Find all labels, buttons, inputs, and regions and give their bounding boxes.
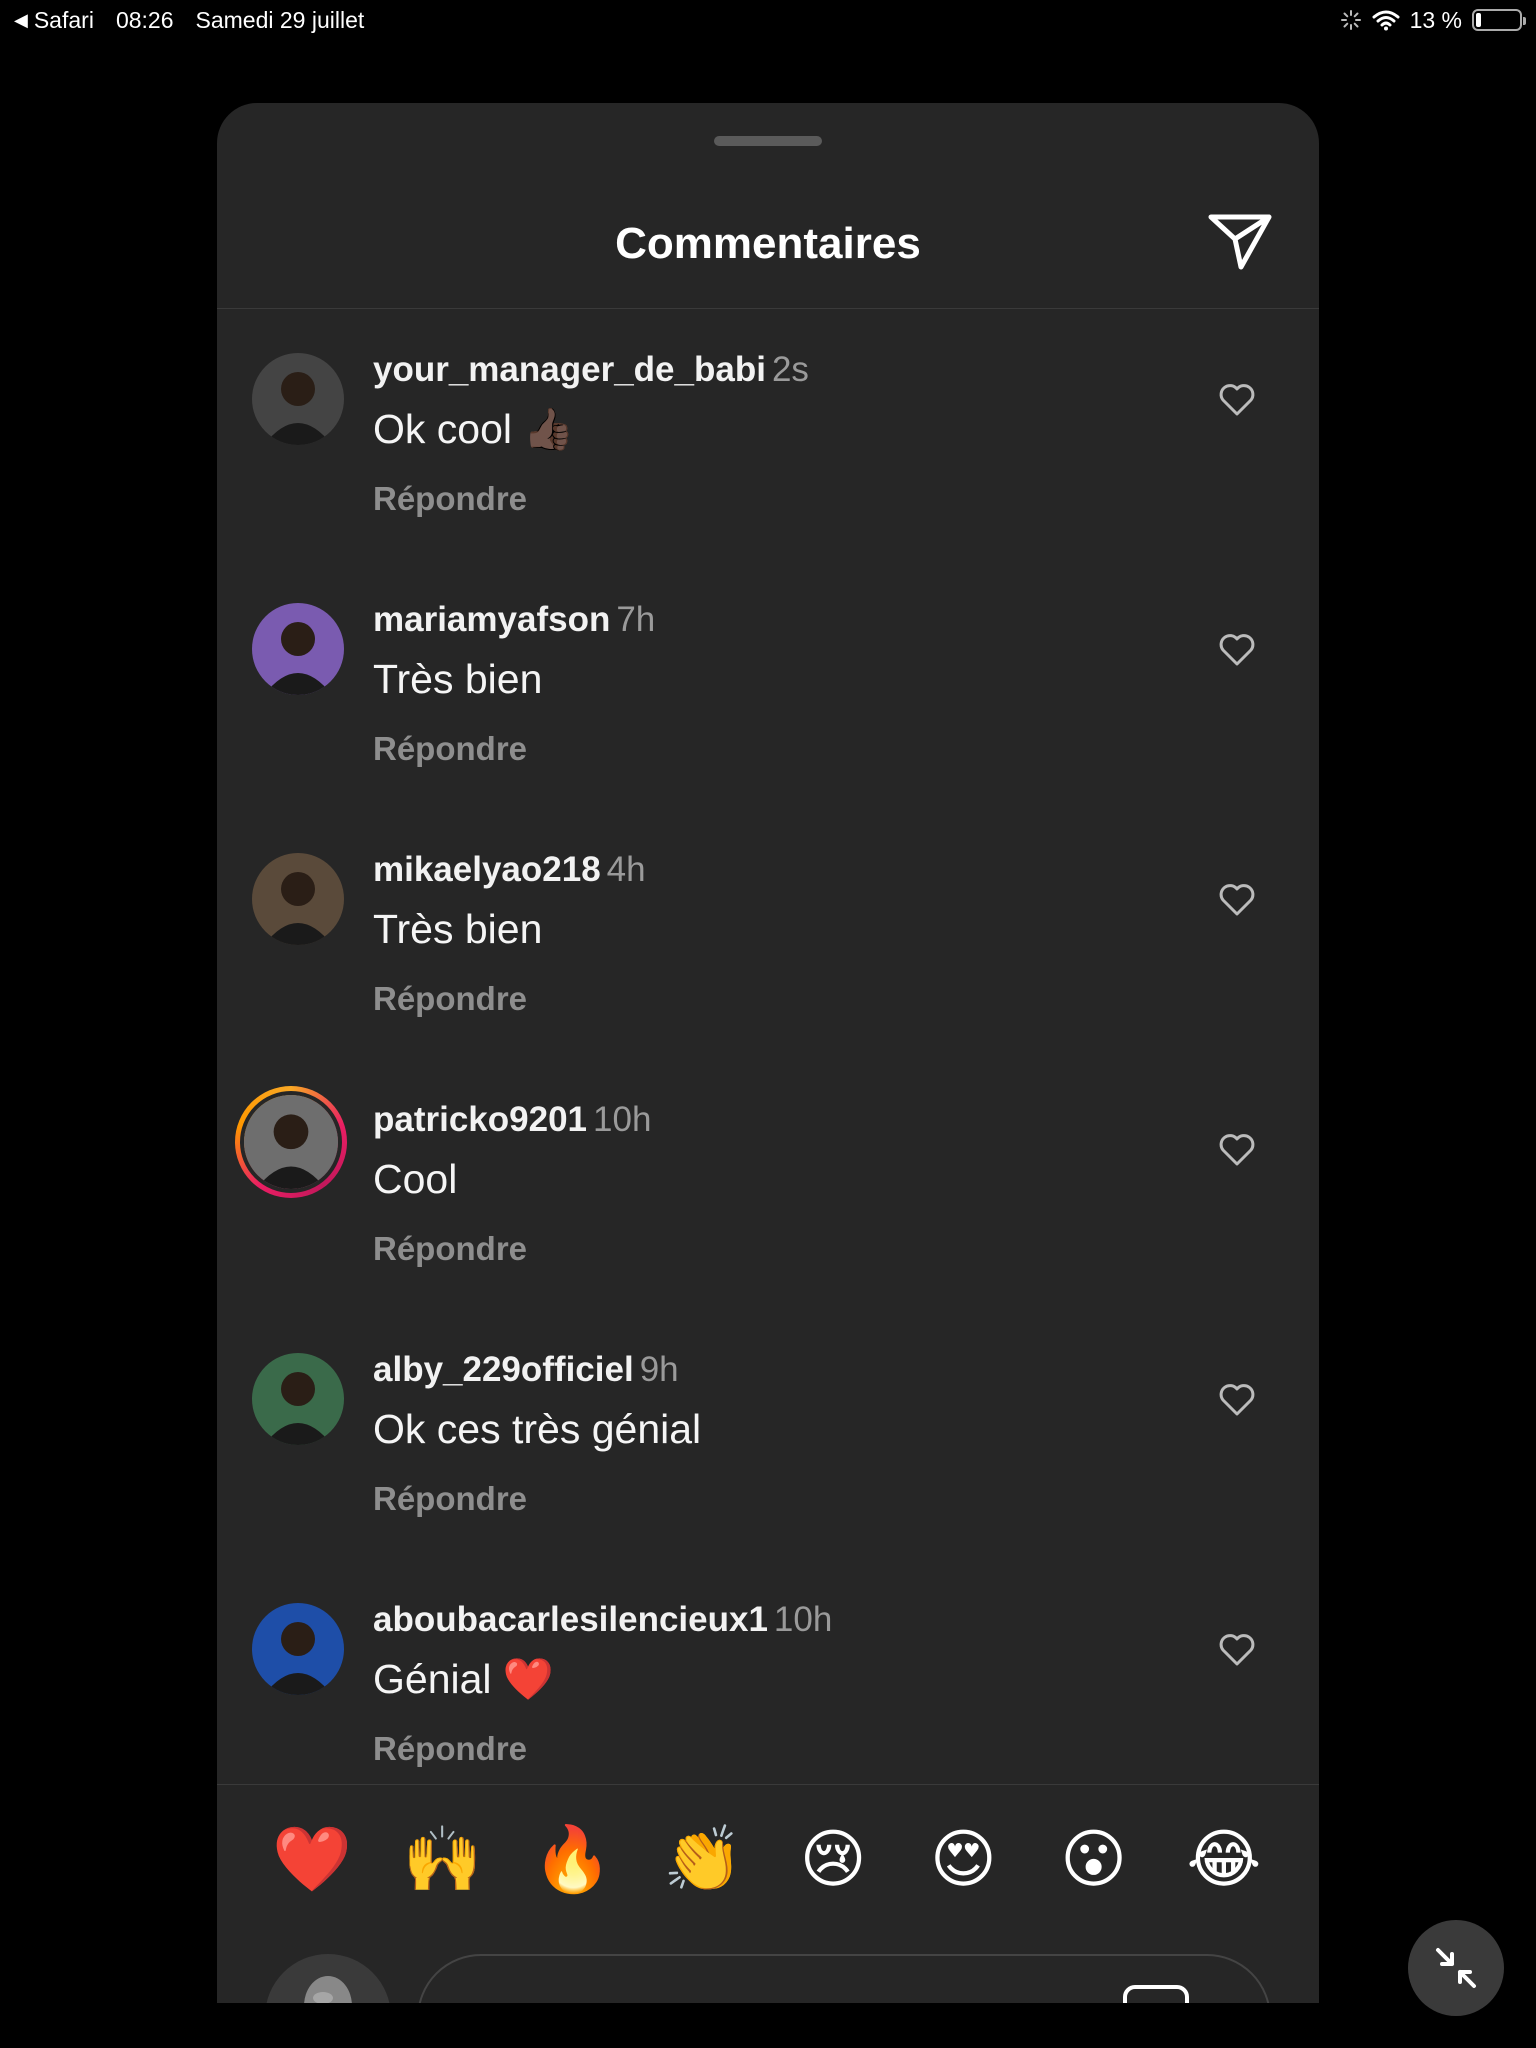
collapse-button[interactable] — [1408, 1920, 1504, 2016]
comment-text: Ok cool 👍🏿 — [373, 406, 575, 452]
comment-text: Génial ❤️ — [373, 1656, 554, 1702]
battery-icon — [1472, 9, 1526, 31]
avatar-image — [240, 1091, 342, 1193]
comment-age: 2s — [771, 350, 809, 389]
collapse-arrows-icon — [1436, 1948, 1476, 1988]
comment-username[interactable]: patricko9201 — [373, 1100, 587, 1139]
comment-username[interactable]: alby_229officiel — [373, 1350, 634, 1389]
comment-meta: your_manager_de_babi 2s — [373, 350, 809, 390]
comment-text: Très bien — [373, 656, 543, 702]
activity-spinner-icon — [1340, 10, 1361, 30]
comment-meta: aboubacarlesilencieux1 10h — [373, 1600, 832, 1640]
back-app-label[interactable]: Safari — [34, 7, 94, 34]
battery-fill — [1476, 13, 1482, 27]
comment-username[interactable]: aboubacarlesilencieux1 — [373, 1600, 768, 1639]
comment-username[interactable]: mikaelyao218 — [373, 850, 601, 889]
comment-row: mikaelyao218 4h Très bien Répondre — [217, 810, 1319, 1060]
comment-composer: GIF — [217, 1851, 1319, 2003]
reply-button[interactable]: Répondre — [373, 730, 527, 768]
comment-text: Très bien — [373, 906, 543, 952]
comment-age: 10h — [593, 1100, 652, 1139]
heart-icon[interactable] — [1217, 630, 1257, 670]
sheet-header: Commentaires — [217, 103, 1319, 309]
reply-button[interactable]: Répondre — [373, 1480, 527, 1518]
comments-sheet: Commentaires your_manager_de_babi 2s Ok co… — [217, 103, 1319, 2003]
status-bar-right: 13 % — [1340, 6, 1526, 34]
comment-username[interactable]: your_manager_de_babi — [373, 350, 766, 389]
comment-age: 9h — [639, 1350, 679, 1389]
heart-icon[interactable] — [1217, 880, 1257, 920]
heart-icon[interactable] — [1217, 1130, 1257, 1170]
comment-age: 7h — [616, 600, 656, 639]
avatar[interactable] — [252, 603, 344, 695]
comment-row: alby_229officiel 9h Ok ces très génial Répo… — [217, 1310, 1319, 1560]
comment-text: Cool — [373, 1156, 458, 1202]
reply-button[interactable]: Répondre — [373, 980, 527, 1018]
comment-text: Ok ces très génial — [373, 1406, 702, 1452]
heart-icon[interactable] — [1217, 380, 1257, 420]
comment-row: aboubacarlesilencieux1 10h Génial ❤️ Répond… — [217, 1560, 1319, 1784]
comment-age: 4h — [606, 850, 646, 889]
story-avatar[interactable] — [235, 1086, 347, 1198]
sheet-title: Commentaires — [615, 219, 921, 268]
reply-button[interactable]: Répondre — [373, 1230, 527, 1268]
comment-meta: mariamyafson 7h — [373, 600, 655, 640]
reply-button[interactable]: Répondre — [373, 480, 527, 518]
heart-icon[interactable] — [1217, 1380, 1257, 1420]
comments-list[interactable]: your_manager_de_babi 2s Ok cool 👍🏿 Répondre… — [217, 310, 1319, 1784]
comment-row: mariamyafson 7h Très bien Répondre — [217, 560, 1319, 810]
comment-input[interactable] — [455, 1956, 1095, 2003]
gif-button[interactable]: GIF — [1123, 1985, 1189, 2003]
current-user-avatar — [265, 1954, 391, 2003]
avatar[interactable] — [252, 353, 344, 445]
status-bar: ◀ Safari 08:26 Samedi 29 juillet 13 % — [0, 0, 1536, 40]
back-arrow-icon[interactable]: ◀ — [14, 10, 28, 31]
comment-meta: alby_229officiel 9h — [373, 1350, 679, 1390]
avatar[interactable] — [252, 1603, 344, 1695]
send-icon[interactable] — [1207, 211, 1273, 271]
comment-age: 10h — [773, 1600, 833, 1639]
status-date: Samedi 29 juillet — [195, 6, 365, 33]
status-bar-left[interactable]: ◀ Safari 08:26 Samedi 29 juillet — [14, 7, 364, 34]
heart-icon[interactable] — [1217, 1630, 1257, 1670]
comment-row: patricko9201 10h Cool Répondre — [217, 1060, 1319, 1310]
avatar[interactable] — [252, 1353, 344, 1445]
comment-row: your_manager_de_babi 2s Ok cool 👍🏿 Répondre — [217, 310, 1319, 560]
comment-meta: mikaelyao218 4h — [373, 850, 646, 890]
battery-percent: 13 % — [1409, 6, 1462, 33]
wifi-icon — [1372, 10, 1400, 31]
status-time: 08:26 — [115, 6, 174, 33]
comment-meta: patricko9201 10h — [373, 1100, 651, 1140]
avatar[interactable] — [252, 853, 344, 945]
reply-button[interactable]: Répondre — [373, 1730, 527, 1768]
comment-input-pill[interactable]: GIF — [417, 1954, 1271, 2003]
comment-username[interactable]: mariamyafson — [373, 600, 610, 639]
